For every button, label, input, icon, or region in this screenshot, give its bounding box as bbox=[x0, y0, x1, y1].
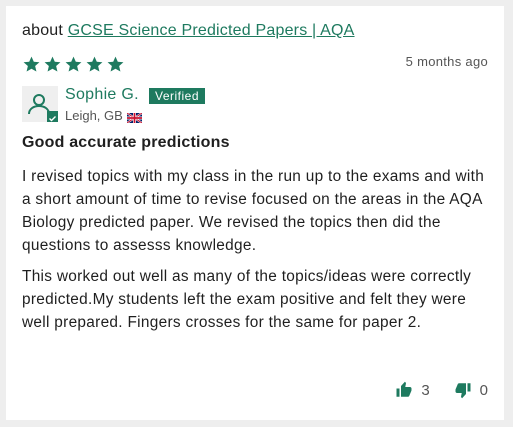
reviewer-location: Leigh, GB bbox=[65, 108, 143, 124]
review-time: 5 months ago bbox=[405, 54, 488, 69]
star-icon bbox=[22, 55, 41, 74]
location-text: Leigh, GB bbox=[65, 108, 123, 123]
helpful-count: 3 bbox=[421, 381, 430, 399]
thumbs-up-icon bbox=[395, 381, 413, 399]
unhelpful-button[interactable]: 0 bbox=[454, 381, 488, 399]
review-votes: 3 0 bbox=[395, 381, 488, 399]
about-prefix: about bbox=[22, 22, 64, 39]
review-body: I revised topics with my class in the ru… bbox=[22, 165, 494, 342]
unhelpful-count: 0 bbox=[479, 381, 488, 399]
review-card: about GCSE Science Predicted Papers | AQ… bbox=[6, 6, 504, 420]
verified-check-icon bbox=[47, 111, 58, 122]
thumbs-down-icon bbox=[454, 381, 472, 399]
star-icon bbox=[85, 55, 104, 74]
reviewer-name: Sophie G. bbox=[65, 86, 139, 103]
review-about: about GCSE Science Predicted Papers | AQ… bbox=[22, 22, 355, 40]
product-link[interactable]: GCSE Science Predicted Papers | AQA bbox=[68, 22, 355, 39]
star-icon bbox=[43, 55, 62, 74]
uk-flag-icon bbox=[126, 111, 143, 124]
verified-badge: Verified bbox=[149, 88, 206, 104]
helpful-button[interactable]: 3 bbox=[395, 381, 430, 399]
star-icon bbox=[106, 55, 125, 74]
star-icon bbox=[64, 55, 83, 74]
review-title: Good accurate predictions bbox=[22, 134, 230, 151]
review-paragraph: I revised topics with my class in the ru… bbox=[22, 168, 485, 254]
review-paragraph: This worked out well as many of the topi… bbox=[22, 268, 472, 331]
avatar bbox=[22, 86, 58, 122]
star-rating bbox=[22, 55, 125, 74]
